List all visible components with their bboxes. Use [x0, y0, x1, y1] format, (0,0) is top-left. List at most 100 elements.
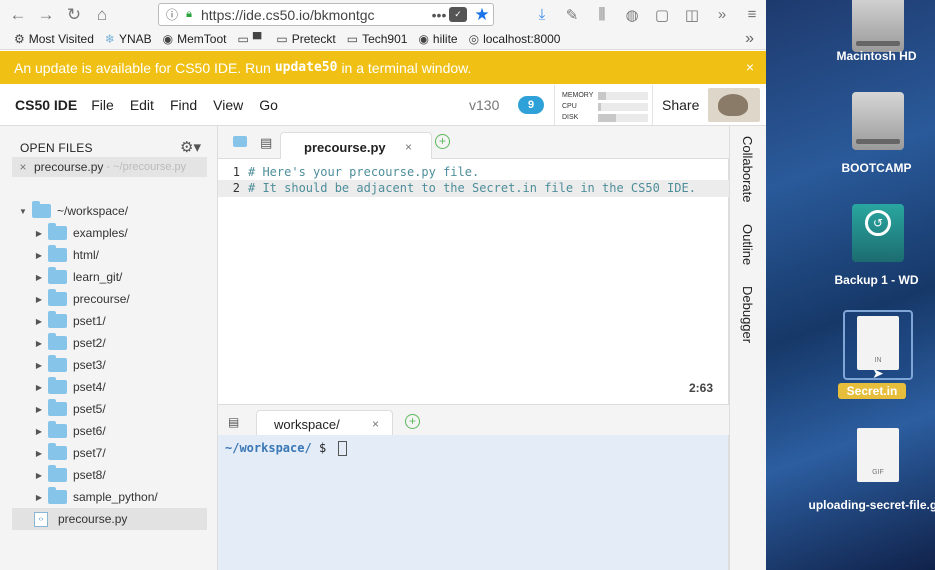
- file-tree-folder[interactable]: ▶ html/: [0, 244, 99, 266]
- close-tab-icon[interactable]: ×: [405, 140, 412, 154]
- bookmark-ynab[interactable]: ❄ YNAB: [105, 32, 152, 46]
- download-icon[interactable]: ⤓: [527, 1, 557, 29]
- sidebar-icon[interactable]: ◫: [677, 1, 707, 29]
- menu-file[interactable]: File: [91, 97, 114, 113]
- notifications-cloud-badge[interactable]: 9: [518, 96, 544, 114]
- hamburger-menu-icon[interactable]: ≡: [737, 1, 766, 29]
- hard-drive-icon[interactable]: [852, 92, 904, 150]
- bookmark-localhost[interactable]: ◎ localhost:8000: [469, 32, 561, 46]
- banner-close-icon[interactable]: ×: [746, 59, 754, 75]
- share-button[interactable]: Share: [662, 97, 699, 113]
- collapse-triangle-icon[interactable]: ▶: [34, 317, 44, 326]
- tab-precourse-py[interactable]: precourse.py ×: [280, 132, 432, 160]
- file-tree-folder[interactable]: ▶ learn_git/: [0, 266, 122, 288]
- bookmark-star-icon[interactable]: ★: [471, 5, 493, 25]
- tools-icon[interactable]: ✎: [557, 1, 587, 29]
- bookmark-memtoot[interactable]: ◉ MemToot: [163, 32, 227, 46]
- bookmark-label: Tech901: [362, 32, 408, 46]
- collapse-triangle-icon[interactable]: ▶: [34, 493, 44, 502]
- panel-icon[interactable]: ▤: [228, 415, 239, 429]
- library-icon[interactable]: ⫼: [587, 1, 617, 29]
- menu-edit[interactable]: Edit: [130, 97, 154, 113]
- reload-icon[interactable]: ↻: [60, 1, 88, 29]
- pocket-icon[interactable]: ✓: [449, 7, 467, 22]
- desktop-icon-label[interactable]: Secret.in: [838, 383, 906, 399]
- file-tree-folder[interactable]: ▶ pset6/: [0, 420, 106, 442]
- add-tab-icon[interactable]: +: [435, 134, 450, 149]
- add-tab-icon[interactable]: +: [405, 414, 420, 429]
- outline-tab[interactable]: Outline: [740, 224, 755, 265]
- desktop-icon-label[interactable]: BOOTCAMP: [792, 161, 935, 175]
- close-tab-icon[interactable]: ×: [372, 417, 379, 431]
- bookmark-preteckt[interactable]: ▭ Preteckt: [276, 32, 335, 46]
- url-bar[interactable]: ⓘ 🔒︎ https://ide.cs50.io/bkmontgc ••• ✓ …: [158, 3, 494, 26]
- terminal[interactable]: ~/workspace/ $: [218, 435, 729, 570]
- open-file-item[interactable]: × precourse.py - ~/precourse.py: [12, 157, 207, 177]
- file-tree-folder[interactable]: ▶ pset3/: [0, 354, 106, 376]
- back-arrow-icon[interactable]: ←: [4, 1, 32, 29]
- folder-icon[interactable]: [233, 136, 247, 147]
- file-tree-folder[interactable]: ▼ ~/workspace/: [0, 200, 128, 222]
- bookmark-folder-unnamed[interactable]: ▭ ▀: [238, 32, 266, 46]
- file-tree-folder[interactable]: ▶ pset5/: [0, 398, 106, 420]
- ide-menubar: CS50 IDE File Edit Find View Go v130 9 M…: [0, 84, 766, 126]
- hard-drive-icon[interactable]: [852, 0, 904, 52]
- panel-icon[interactable]: ▤: [260, 135, 272, 151]
- collapse-triangle-icon[interactable]: ▶: [34, 449, 44, 458]
- file-tree-folder[interactable]: ▶ pset4/: [0, 376, 106, 398]
- desktop-icon-label[interactable]: Macintosh HD: [792, 49, 935, 63]
- collaborate-tab[interactable]: Collaborate: [740, 136, 755, 203]
- folder-icon: [48, 465, 67, 482]
- menu-go[interactable]: Go: [259, 97, 278, 113]
- close-file-icon[interactable]: ×: [12, 160, 34, 174]
- file-tree-folder[interactable]: ▶ pset7/: [0, 442, 106, 464]
- file-tree-folder[interactable]: ▶ pset2/: [0, 332, 106, 354]
- bookmark-tech901[interactable]: ▭ Tech901: [347, 32, 408, 46]
- file-tree-folder[interactable]: ▶ pset8/: [0, 464, 106, 486]
- avatar[interactable]: [708, 88, 760, 122]
- collapse-triangle-icon[interactable]: ▶: [34, 427, 44, 436]
- resource-stats[interactable]: MEMORY CPU DISK: [554, 85, 653, 125]
- ide-brand[interactable]: CS50 IDE: [15, 97, 77, 113]
- bookmark-hilite[interactable]: ◉ hilite: [418, 32, 457, 46]
- document-icon[interactable]: IN: [857, 316, 899, 370]
- collapse-triangle-icon[interactable]: ▶: [34, 471, 44, 480]
- screenshot-icon[interactable]: ▢: [647, 1, 677, 29]
- debugger-tab[interactable]: Debugger: [740, 286, 755, 343]
- collapse-triangle-icon[interactable]: ▶: [34, 383, 44, 392]
- time-machine-drive-icon[interactable]: ↺: [852, 204, 904, 262]
- home-icon[interactable]: ⌂: [88, 1, 116, 29]
- desktop-icon-label[interactable]: Backup 1 - WD: [792, 273, 935, 287]
- collapse-triangle-icon[interactable]: ▶: [34, 251, 44, 260]
- menu-find[interactable]: Find: [170, 97, 197, 113]
- file-tree-file[interactable]: ‹› precourse.py: [0, 508, 127, 530]
- file-tree-folder[interactable]: ▶ pset1/: [0, 310, 106, 332]
- cpu-bar: [598, 102, 648, 111]
- collapse-triangle-icon[interactable]: ▶: [34, 273, 44, 282]
- tree-item-label: pset1/: [73, 314, 106, 328]
- forward-arrow-icon[interactable]: →: [32, 1, 60, 29]
- expand-triangle-icon[interactable]: ▼: [18, 207, 28, 216]
- file-tree-folder[interactable]: ▶ sample_python/: [0, 486, 158, 508]
- gif-file-icon[interactable]: GIF: [857, 428, 899, 482]
- file-tree-folder[interactable]: ▶ examples/: [0, 222, 128, 244]
- gear-icon[interactable]: ⚙▾: [180, 138, 201, 156]
- vpn-globe-icon[interactable]: ◍: [617, 1, 647, 29]
- bookmark-most-visited[interactable]: ⚙ Most Visited: [14, 32, 94, 46]
- collapse-triangle-icon[interactable]: ▶: [34, 339, 44, 348]
- code-editor[interactable]: 1 # Here's your precourse.py file. 2 # It …: [218, 159, 729, 404]
- collapse-triangle-icon[interactable]: ▶: [34, 295, 44, 304]
- overflow-icon[interactable]: »: [707, 1, 737, 29]
- bookmarks-overflow-icon[interactable]: »: [745, 30, 754, 48]
- collapse-triangle-icon[interactable]: ▶: [34, 405, 44, 414]
- menu-view[interactable]: View: [213, 97, 243, 113]
- collapse-triangle-icon[interactable]: ▶: [34, 229, 44, 238]
- url-text[interactable]: https://ide.cs50.io/bkmontgc: [197, 7, 429, 23]
- desktop-icon-label[interactable]: uploading-secret-file.gif: [792, 498, 935, 512]
- collapse-triangle-icon[interactable]: ▶: [34, 361, 44, 370]
- page-actions-icon[interactable]: •••: [429, 7, 449, 23]
- info-icon[interactable]: ⓘ: [163, 6, 181, 23]
- banner-command: update50: [274, 60, 338, 75]
- tab-workspace-terminal[interactable]: workspace/ ×: [256, 410, 393, 437]
- file-tree-folder[interactable]: ▶ precourse/: [0, 288, 130, 310]
